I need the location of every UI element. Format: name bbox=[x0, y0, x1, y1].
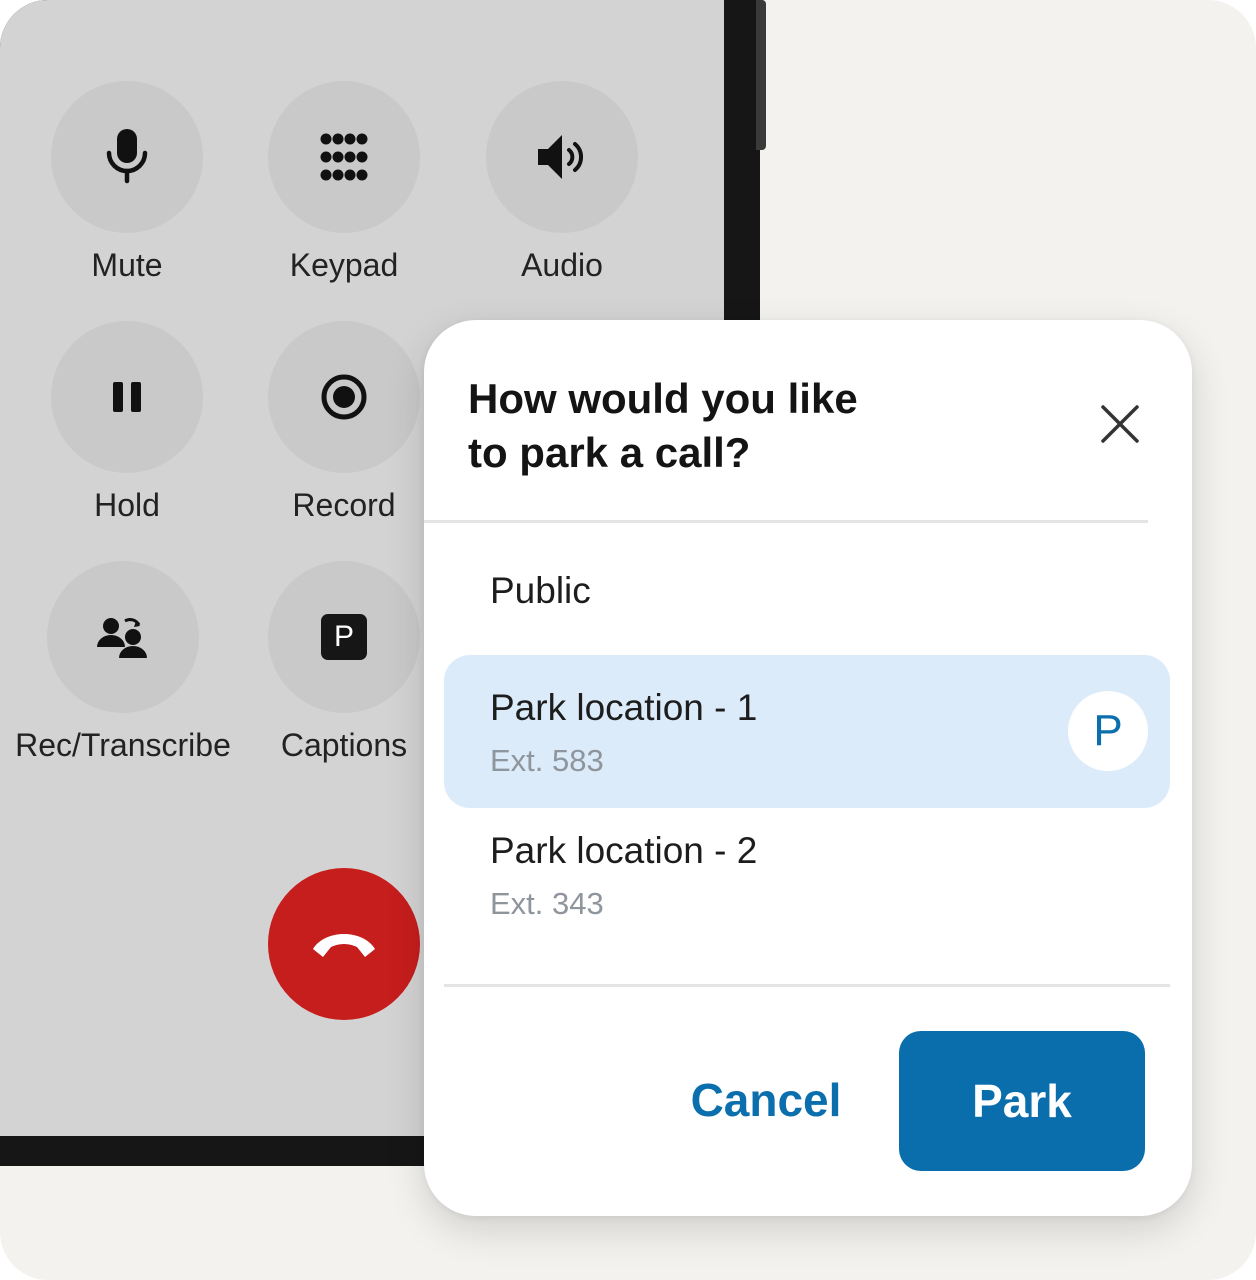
mute-control[interactable]: Mute bbox=[7, 81, 247, 284]
park-p-icon-letter: P bbox=[333, 620, 354, 653]
park-button[interactable]: Park bbox=[899, 1031, 1145, 1171]
speaker-icon bbox=[538, 135, 583, 179]
park-p-icon: P bbox=[321, 614, 367, 660]
hold-button[interactable] bbox=[51, 321, 203, 473]
option-label: Public bbox=[490, 570, 591, 611]
microphone-icon bbox=[106, 129, 148, 184]
dialog-divider-bottom bbox=[444, 984, 1170, 987]
captions-button[interactable]: P bbox=[268, 561, 420, 713]
cancel-button[interactable]: Cancel bbox=[674, 1062, 858, 1138]
keypad-control[interactable]: Keypad bbox=[224, 81, 464, 284]
audio-label: Audio bbox=[521, 247, 603, 283]
background-canvas: Mute Keypad Audio Hold Record Rec/Transc… bbox=[0, 0, 1256, 1280]
pause-icon bbox=[113, 382, 141, 412]
mute-label: Mute bbox=[91, 247, 163, 283]
users-transcribe-icon bbox=[97, 618, 147, 658]
record-button[interactable] bbox=[268, 321, 420, 473]
dialog-title-line-1: How would you like bbox=[468, 375, 858, 422]
close-x-icon bbox=[1101, 405, 1139, 443]
hang-up-button[interactable] bbox=[268, 868, 420, 1020]
dialog-title: How would you like to park a call? bbox=[468, 372, 1028, 480]
hold-label: Hold bbox=[94, 487, 160, 523]
audio-control[interactable]: Audio bbox=[442, 81, 682, 284]
parked-p-badge-icon: P bbox=[1068, 691, 1148, 771]
option-extension: Ext. 343 bbox=[490, 886, 604, 921]
option-label: Park location - 1 bbox=[490, 687, 758, 728]
dialog-divider-top bbox=[424, 520, 1148, 523]
option-public[interactable]: Public bbox=[444, 544, 1170, 654]
record-icon bbox=[321, 374, 367, 420]
mute-button[interactable] bbox=[51, 81, 203, 233]
keypad-grid-icon bbox=[320, 133, 368, 181]
hang-up-phone-icon bbox=[313, 934, 375, 957]
option-park-location-1[interactable]: Park location - 1 Ext. 583 P bbox=[444, 655, 1170, 808]
option-extension: Ext. 583 bbox=[490, 743, 604, 778]
close-button[interactable] bbox=[1092, 396, 1148, 452]
rec-transcribe-button[interactable] bbox=[47, 561, 199, 713]
keypad-label: Keypad bbox=[289, 247, 399, 283]
dialog-title-line-2: to park a call? bbox=[468, 429, 751, 476]
option-label: Park location - 2 bbox=[490, 830, 758, 871]
park-call-dialog: How would you like to park a call? Publi… bbox=[424, 320, 1192, 1216]
rec-transcribe-label: Rec/Transcribe bbox=[15, 727, 231, 763]
keypad-button[interactable] bbox=[268, 81, 420, 233]
audio-button[interactable] bbox=[486, 81, 638, 233]
rec-transcribe-control[interactable]: Rec/Transcribe bbox=[3, 561, 243, 764]
option-park-location-2[interactable]: Park location - 2 Ext. 343 bbox=[444, 812, 1170, 942]
hold-control[interactable]: Hold bbox=[7, 321, 247, 524]
phone-side-button bbox=[756, 0, 766, 150]
parked-p-badge-letter: P bbox=[1093, 706, 1123, 755]
